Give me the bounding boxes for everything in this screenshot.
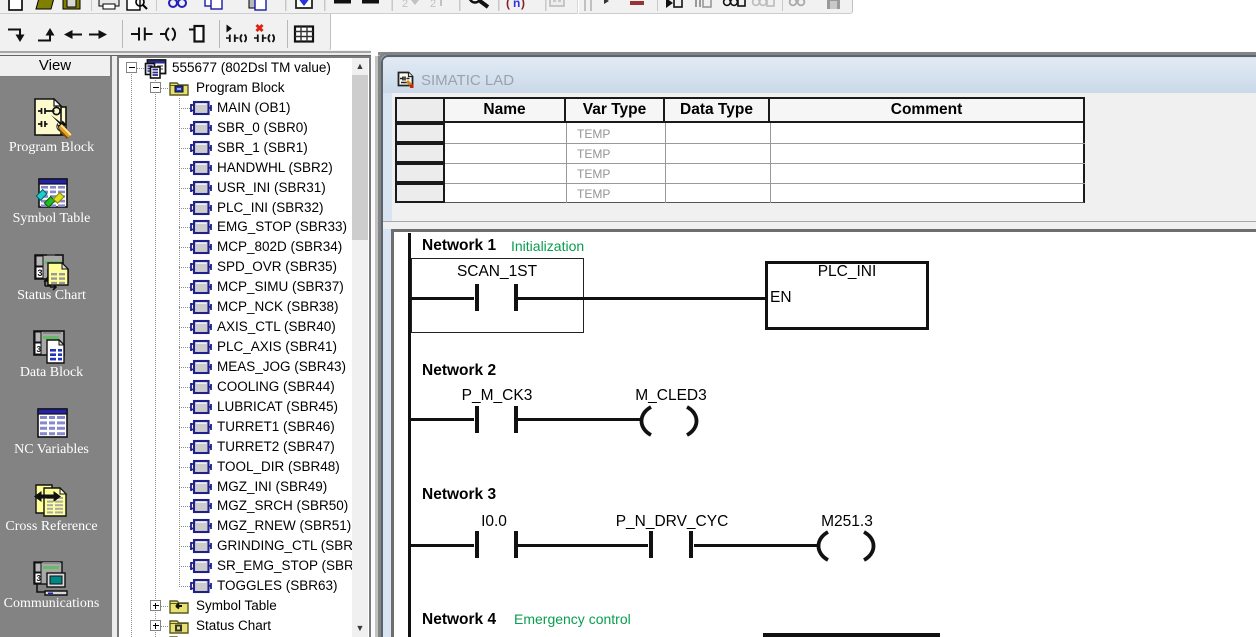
svg-text:): ): [521, 0, 525, 10]
svg-text:2: 2: [402, 0, 408, 10]
svg-text:3: 3: [38, 268, 43, 278]
svg-text:(: (: [506, 0, 510, 10]
svg-text:2: 2: [430, 0, 436, 10]
svg-text:3: 3: [37, 345, 42, 354]
svg-text:n: n: [513, 0, 520, 10]
svg-text:3: 3: [37, 574, 42, 583]
